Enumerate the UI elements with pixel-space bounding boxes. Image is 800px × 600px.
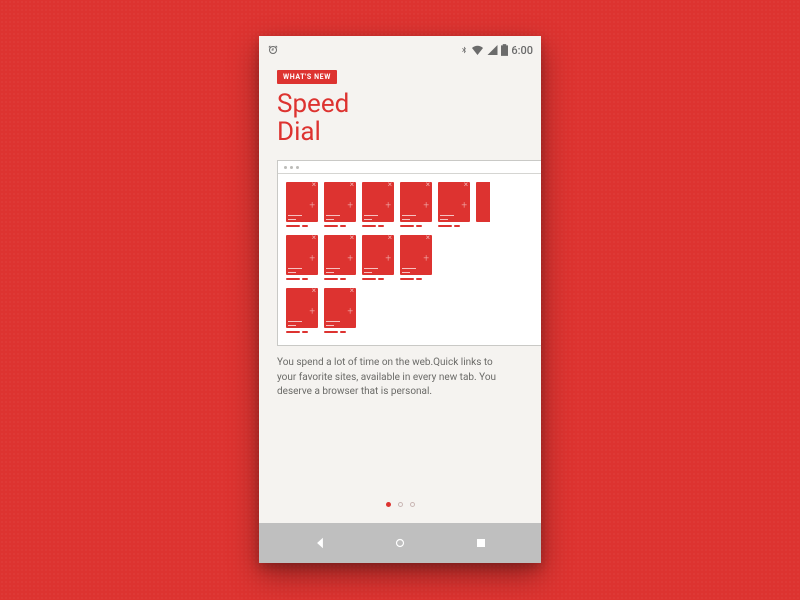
tile-row bbox=[286, 182, 541, 227]
bluetooth-icon bbox=[460, 44, 468, 56]
stage-background: 6:00 WHAT'S NEW Speed Dial You spend a l… bbox=[0, 0, 800, 600]
browser-titlebar bbox=[278, 161, 541, 174]
nav-back-button[interactable] bbox=[300, 536, 340, 550]
tile-row bbox=[286, 235, 541, 280]
speed-dial-tile bbox=[362, 235, 394, 280]
phone-frame: 6:00 WHAT'S NEW Speed Dial You spend a l… bbox=[259, 36, 541, 563]
page-title: Speed Dial bbox=[277, 90, 541, 146]
status-bar: 6:00 bbox=[259, 36, 541, 60]
speed-dial-tile bbox=[324, 235, 356, 280]
whats-new-badge: WHAT'S NEW bbox=[277, 70, 337, 84]
pager-dot[interactable] bbox=[386, 502, 391, 507]
nav-recents-button[interactable] bbox=[461, 537, 501, 549]
onboarding-screen: WHAT'S NEW Speed Dial You spend a lot of… bbox=[259, 60, 541, 523]
speed-dial-tile bbox=[324, 288, 356, 333]
speed-dial-tile bbox=[286, 235, 318, 280]
speed-dial-tile bbox=[362, 182, 394, 227]
speed-dial-illustration bbox=[277, 160, 541, 346]
signal-icon bbox=[487, 45, 498, 55]
pager-dots[interactable] bbox=[259, 502, 541, 507]
pager-dot[interactable] bbox=[410, 502, 415, 507]
battery-icon bbox=[501, 44, 508, 56]
tile-row bbox=[286, 288, 541, 333]
speed-dial-tile bbox=[400, 235, 432, 280]
speed-dial-tile bbox=[438, 182, 470, 227]
onboarding-body: You spend a lot of time on the web.Quick… bbox=[277, 356, 511, 400]
speed-dial-tile bbox=[286, 288, 318, 333]
pager-dot[interactable] bbox=[398, 502, 403, 507]
tile-grid bbox=[278, 174, 541, 345]
speed-dial-tile bbox=[324, 182, 356, 227]
alarm-icon bbox=[267, 44, 279, 56]
speed-dial-tile bbox=[286, 182, 318, 227]
nav-home-button[interactable] bbox=[380, 536, 420, 550]
speed-dial-tile bbox=[400, 182, 432, 227]
speed-dial-tile bbox=[476, 182, 490, 227]
android-navbar bbox=[259, 523, 541, 563]
wifi-icon bbox=[471, 45, 484, 55]
status-time: 6:00 bbox=[511, 44, 533, 57]
